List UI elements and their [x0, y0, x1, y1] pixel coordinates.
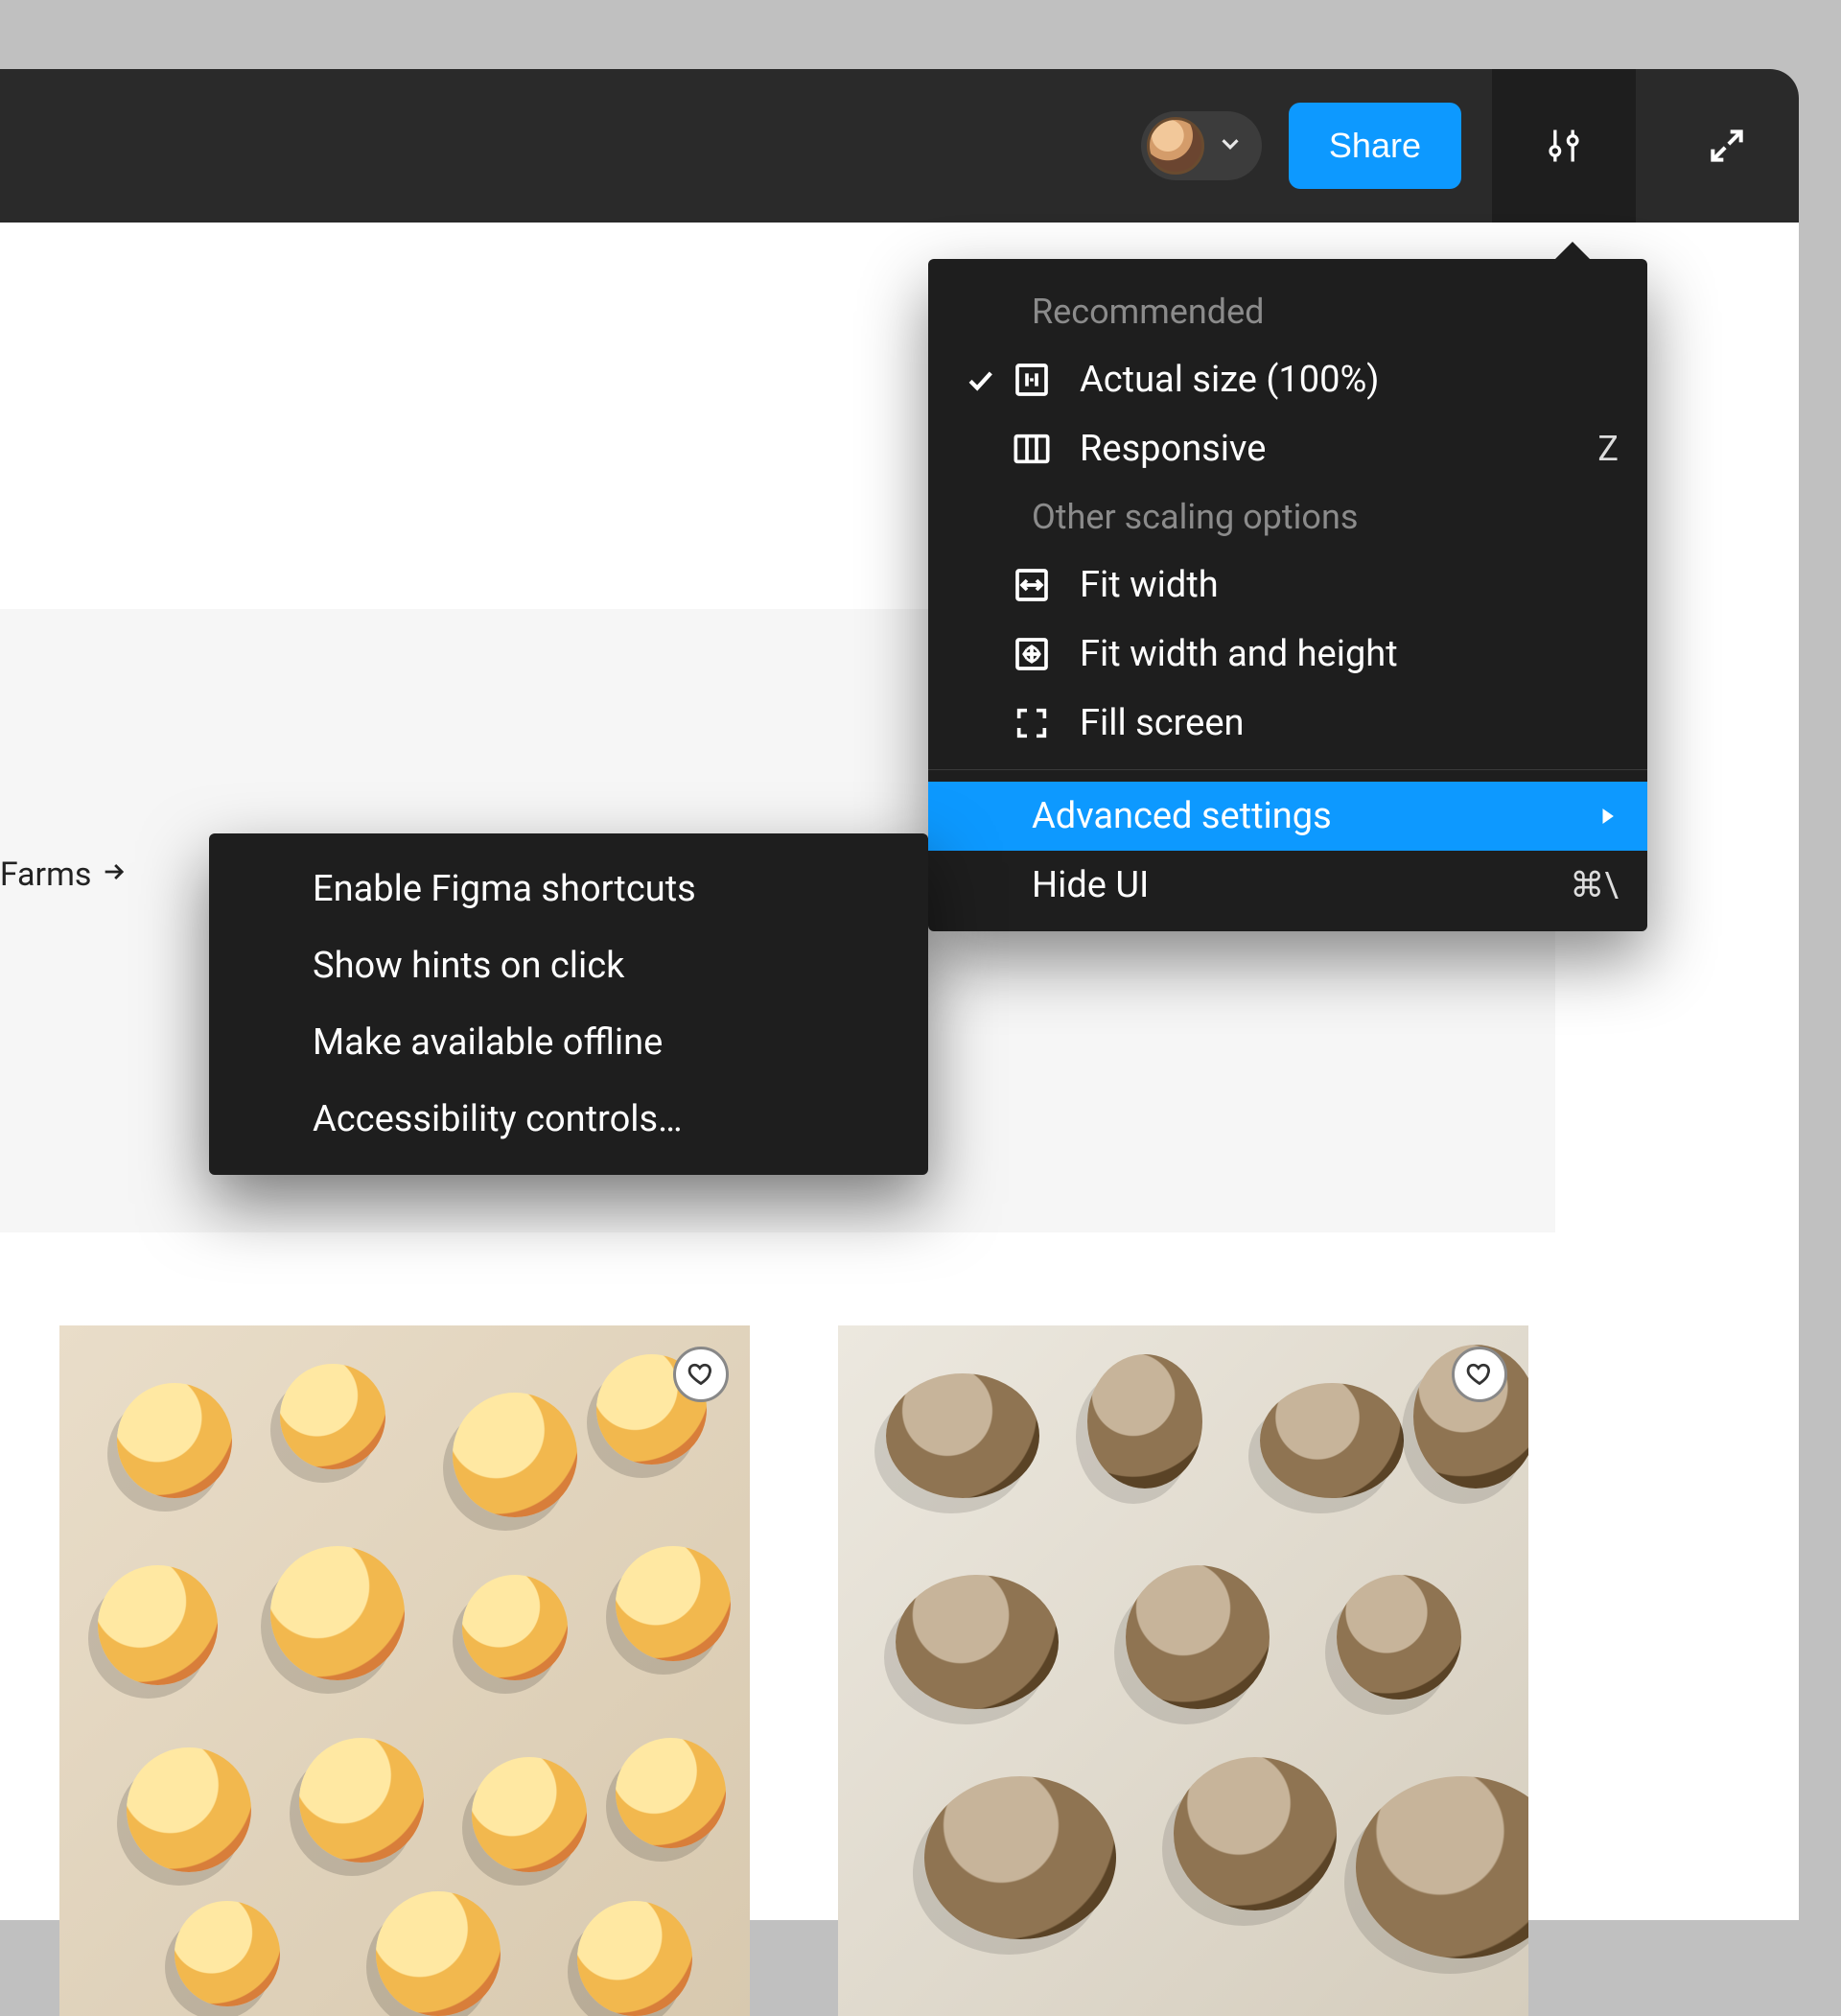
menu-item-fit-width-height[interactable]: Fit width and height [928, 620, 1647, 689]
menu-item-hide-ui[interactable]: Hide UI ⌘\ [928, 851, 1647, 920]
menu-label: Fit width [1080, 564, 1619, 606]
view-options-button[interactable] [1492, 69, 1636, 223]
arrow-right-icon [101, 856, 128, 894]
menu-shortcut: ⌘\ [1570, 865, 1619, 905]
fit-width-icon [1007, 566, 1057, 604]
menu-label: Advanced settings [1032, 795, 1596, 837]
breadcrumb-text: nily Farms [0, 856, 91, 894]
avatar-chip[interactable] [1141, 111, 1262, 180]
menu-item-actual-size[interactable]: Actual size (100%) [928, 345, 1647, 414]
share-button[interactable]: Share [1289, 103, 1461, 189]
heart-icon [687, 1360, 714, 1390]
user-avatar[interactable] [1147, 117, 1204, 175]
menu-shortcut: Z [1597, 429, 1619, 469]
heart-icon [1466, 1360, 1493, 1390]
fit-width-height-icon [1007, 635, 1057, 673]
menu-item-fit-width[interactable]: Fit width [928, 551, 1647, 620]
menu-label: Fill screen [1080, 702, 1619, 744]
favorite-button[interactable] [673, 1347, 729, 1402]
view-options-menu: Recommended Actual size (100%) Responsiv… [928, 259, 1647, 931]
menu-label: Responsive [1080, 428, 1597, 470]
product-card-mushrooms[interactable] [838, 1325, 1528, 2016]
toolbar: Share [0, 69, 1799, 223]
menu-item-fill-screen[interactable]: Fill screen [928, 689, 1647, 758]
menu-item-responsive[interactable]: Responsive Z [928, 414, 1647, 483]
menu-label: Fit width and height [1080, 633, 1619, 675]
check-icon [953, 363, 1007, 396]
menu-label: Actual size (100%) [1080, 359, 1619, 401]
menu-section-other: Other scaling options [928, 483, 1647, 551]
menu-item-advanced-settings[interactable]: Advanced settings [928, 782, 1647, 851]
menu-section-recommended: Recommended [928, 278, 1647, 345]
submenu-item-enable-shortcuts[interactable]: Enable Figma shortcuts [209, 851, 928, 927]
menu-divider [928, 769, 1647, 770]
submenu-item-show-hints[interactable]: Show hints on click [209, 927, 928, 1004]
submenu-item-make-offline[interactable]: Make available offline [209, 1004, 928, 1081]
advanced-settings-submenu: Enable Figma shortcuts Show hints on cli… [209, 833, 928, 1175]
breadcrumb[interactable]: nily Farms [0, 856, 128, 894]
product-card-cherries[interactable] [59, 1325, 750, 2016]
submenu-arrow-icon [1596, 796, 1619, 836]
submenu-item-accessibility[interactable]: Accessibility controls… [209, 1081, 928, 1158]
menu-label: Hide UI [1032, 864, 1570, 906]
actual-size-icon [1007, 361, 1057, 399]
fullscreen-button[interactable] [1655, 69, 1799, 223]
chevron-down-icon[interactable] [1216, 129, 1245, 162]
fill-screen-icon [1007, 704, 1057, 742]
favorite-button[interactable] [1452, 1347, 1507, 1402]
responsive-icon [1007, 430, 1057, 468]
product-cards [59, 1325, 1528, 2016]
brand-heading: n [0, 683, 5, 827]
